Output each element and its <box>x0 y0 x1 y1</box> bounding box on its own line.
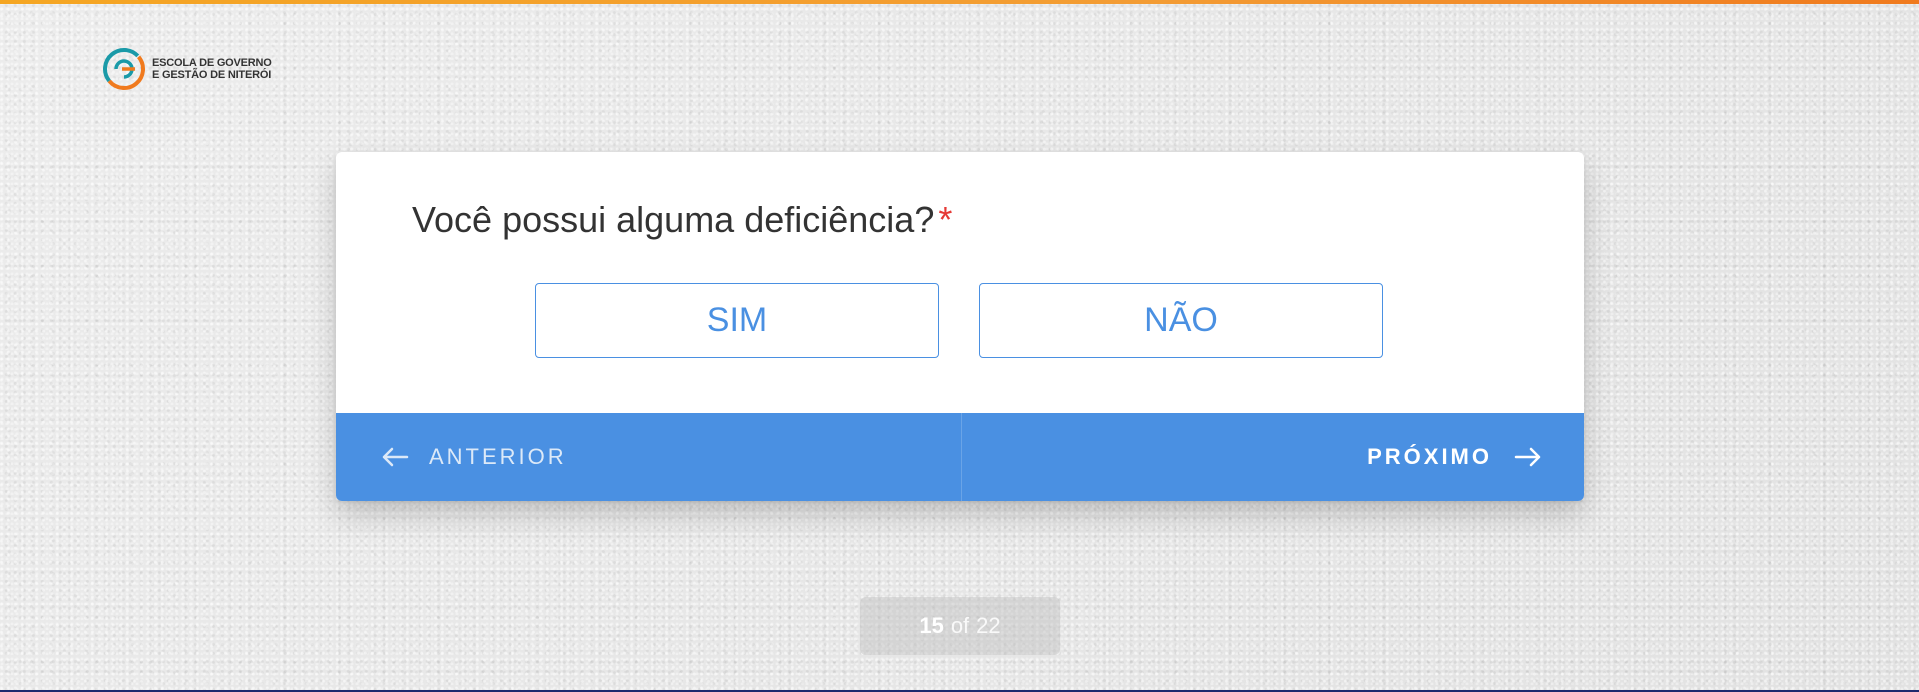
previous-label: ANTERIOR <box>429 444 567 469</box>
pager-current: 15 <box>919 613 944 638</box>
option-nao-button[interactable]: NÃO <box>979 283 1383 358</box>
logo-text-line2: E GESTÃO DE NITERÓI <box>152 69 272 81</box>
top-accent-bar <box>0 0 1919 4</box>
next-button[interactable]: PRÓXIMO <box>962 413 1584 501</box>
answer-options: SIM NÃO <box>535 283 1383 358</box>
pager-total: 22 <box>976 613 1001 638</box>
arrow-left-icon <box>381 447 409 467</box>
logo[interactable]: ESCOLA DE GOVERNO E GESTÃO DE NITERÓI <box>100 45 272 93</box>
question-pager: 15 of 22 <box>860 597 1060 655</box>
arrow-right-icon <box>1514 447 1542 467</box>
navigation-bar: ANTERIOR PRÓXIMO <box>336 413 1584 501</box>
escola-governo-logo-icon <box>100 45 148 93</box>
question-card: Você possui alguma deficiência? * SIM NÃO… <box>336 152 1584 501</box>
required-asterisk: * <box>938 199 953 240</box>
pager-separator: of <box>950 613 970 638</box>
logo-text-line1: ESCOLA DE GOVERNO <box>152 57 272 69</box>
question-text: Você possui alguma deficiência? <box>412 199 935 240</box>
question-title: Você possui alguma deficiência? * <box>412 199 952 241</box>
previous-button[interactable]: ANTERIOR <box>336 413 962 501</box>
next-label: PRÓXIMO <box>1367 444 1492 469</box>
logo-text: ESCOLA DE GOVERNO E GESTÃO DE NITERÓI <box>152 57 272 81</box>
option-sim-button[interactable]: SIM <box>535 283 939 358</box>
